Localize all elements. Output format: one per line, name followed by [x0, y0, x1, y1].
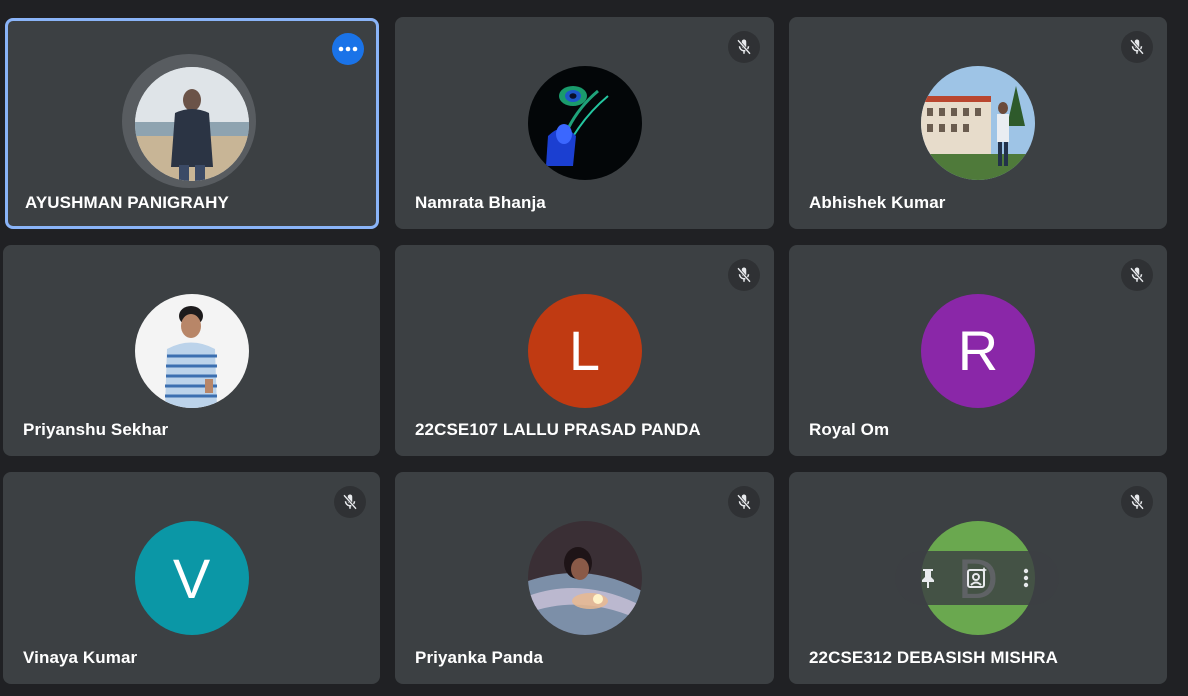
participant-grid: AYUSHMAN PANIGRAHY Namrata Bhanja Abhish…: [0, 0, 1188, 696]
avatar-initial-vinaya: V: [134, 521, 249, 635]
tile-hover-controls: [895, 551, 1059, 605]
mic-off-icon: [1130, 267, 1144, 283]
mute-indicator: [1121, 31, 1153, 63]
participant-tile-lallu[interactable]: L 22CSE107 LALLU PRASAD PANDA: [395, 245, 774, 456]
pin-button[interactable]: [908, 558, 948, 598]
more-vert-icon: [1024, 568, 1029, 588]
participant-name: Abhishek Kumar: [809, 193, 946, 212]
avatar-initial-royal-om: R: [921, 293, 1035, 408]
more-vert-button[interactable]: [1006, 558, 1046, 598]
participant-tile-vinaya[interactable]: V Vinaya Kumar: [3, 472, 380, 684]
participant-tile-ayushman[interactable]: AYUSHMAN PANIGRAHY: [5, 18, 379, 229]
participant-name: Priyanshu Sekhar: [23, 420, 169, 439]
participant-name: 22CSE107 LALLU PRASAD PANDA: [415, 420, 701, 439]
participant-tile-priyanka[interactable]: Priyanka Panda: [395, 472, 774, 684]
participant-tile-abhishek[interactable]: Abhishek Kumar: [789, 17, 1167, 229]
participant-tile-priyanshu[interactable]: Priyanshu Sekhar: [3, 245, 380, 456]
mic-off-icon: [1130, 494, 1144, 510]
participant-name: AYUSHMAN PANIGRAHY: [25, 193, 229, 212]
photo-person-striped-shirt-icon: [134, 293, 249, 408]
avatar-namrata: [527, 66, 642, 180]
participant-name: Namrata Bhanja: [415, 193, 546, 212]
frame-button[interactable]: [957, 558, 997, 598]
add-photo-icon: [966, 567, 987, 588]
mute-indicator: [1121, 259, 1153, 291]
more-horiz-icon: [338, 46, 358, 52]
participant-tile-royal-om[interactable]: R Royal Om: [789, 245, 1167, 456]
avatar-priyanka: [527, 521, 642, 635]
mute-indicator: [728, 259, 760, 291]
mic-off-icon: [737, 494, 751, 510]
mic-off-icon: [737, 267, 751, 283]
mic-off-icon: [343, 494, 357, 510]
pin-icon: [921, 569, 934, 588]
participant-name: Royal Om: [809, 420, 890, 439]
more-options-button[interactable]: [332, 33, 364, 65]
avatar-ayushman: [135, 66, 249, 181]
photo-building-person-icon: [921, 66, 1035, 180]
avatar-priyanshu: [134, 293, 249, 408]
photo-person-lights-icon: [527, 521, 642, 635]
participant-tile-namrata[interactable]: Namrata Bhanja: [395, 17, 774, 229]
mute-indicator: [728, 31, 760, 63]
participant-tile-debasish[interactable]: D: [789, 472, 1167, 684]
participant-name: Vinaya Kumar: [23, 648, 138, 667]
photo-peacock-feather-icon: [527, 66, 642, 180]
participant-name: Priyanka Panda: [415, 648, 544, 667]
mute-indicator: [728, 486, 760, 518]
mic-off-icon: [737, 39, 751, 55]
mic-off-icon: [1130, 39, 1144, 55]
participant-name: 22CSE312 DEBASISH MISHRA: [809, 648, 1058, 667]
avatar-initial-lallu: L: [527, 293, 642, 408]
mute-indicator: [1121, 486, 1153, 518]
avatar-abhishek: [921, 66, 1035, 180]
photo-beach-person-icon: [135, 66, 249, 181]
mute-indicator: [334, 486, 366, 518]
